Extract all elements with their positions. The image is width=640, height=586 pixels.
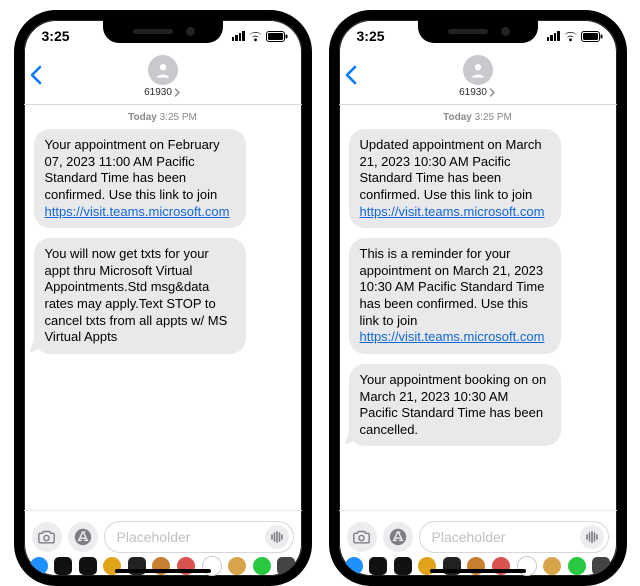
dock-app-icon[interactable] — [345, 557, 363, 575]
message-text: Updated appointment on March 21, 2023 10… — [360, 137, 542, 202]
message-thread: Today 3:25 PM Updated appointment on Mar… — [339, 104, 617, 510]
home-indicator[interactable] — [115, 569, 211, 573]
app-suggestion-row — [339, 556, 617, 576]
dock-app-icon[interactable] — [394, 557, 412, 575]
contact-number: 61930 — [144, 87, 172, 98]
camera-button[interactable] — [347, 522, 377, 552]
status-time: 3:25 — [42, 28, 70, 44]
compose-bar: Placeholder — [24, 510, 302, 558]
message-thread: Today 3:25 PM Your appointment on Februa… — [24, 104, 302, 510]
dock-app-icon[interactable] — [517, 556, 537, 576]
cellular-icon — [547, 31, 560, 41]
wifi-icon — [563, 31, 578, 42]
meeting-link[interactable]: https://visit.teams.microsoft.com — [360, 204, 545, 219]
back-button[interactable] — [343, 64, 359, 86]
message-text: Your appointment on February 07, 2023 11… — [45, 137, 220, 202]
dock-app-icon[interactable] — [568, 557, 586, 575]
message-text: You will now get txts for your appt thru… — [45, 246, 228, 344]
message-placeholder: Placeholder — [117, 529, 265, 545]
dock-app-icon[interactable] — [202, 556, 222, 576]
compose-bar: Placeholder — [339, 510, 617, 558]
dock-app-icon[interactable] — [253, 557, 271, 575]
phone-right: 3:25 61930 Today 3:25 PM Updated appoint… — [329, 10, 627, 586]
wifi-icon — [248, 31, 263, 42]
message-bubble: Your appointment on February 07, 2023 11… — [34, 129, 246, 228]
contact-number: 61930 — [459, 87, 487, 98]
home-indicator[interactable] — [430, 569, 526, 573]
app-store-button[interactable] — [383, 522, 413, 552]
chevron-right-icon — [174, 88, 181, 97]
contact-avatar-icon — [148, 55, 178, 85]
dictate-button[interactable] — [265, 525, 289, 549]
dock-app-icon[interactable] — [30, 557, 48, 575]
dock-app-icon[interactable] — [54, 557, 72, 575]
device-notch — [418, 19, 538, 43]
message-bubble: You will now get txts for your appt thru… — [34, 238, 246, 354]
dictate-button[interactable] — [580, 525, 604, 549]
meeting-link[interactable]: https://visit.teams.microsoft.com — [360, 329, 545, 344]
message-bubble: Updated appointment on March 21, 2023 10… — [349, 129, 561, 228]
thread-timestamp: Today 3:25 PM — [347, 112, 609, 123]
message-text: Your appointment booking on on March 21,… — [360, 372, 547, 437]
message-bubble: Your appointment booking on on March 21,… — [349, 364, 561, 447]
screenshot-stage: 3:25 61930 Today 3:25 PM Your appointmen… — [0, 0, 640, 580]
chevron-right-icon — [489, 88, 496, 97]
message-text: This is a reminder for your appointment … — [360, 246, 545, 328]
dock-app-icon[interactable] — [592, 557, 610, 575]
dock-app-icon[interactable] — [228, 557, 246, 575]
thread-timestamp: Today 3:25 PM — [32, 112, 294, 123]
contact-info[interactable]: 61930 — [459, 55, 496, 98]
message-input[interactable]: Placeholder — [419, 521, 609, 553]
back-button[interactable] — [28, 64, 44, 86]
dock-app-icon[interactable] — [369, 557, 387, 575]
camera-button[interactable] — [32, 522, 62, 552]
dock-app-icon[interactable] — [543, 557, 561, 575]
contact-info[interactable]: 61930 — [144, 55, 181, 98]
device-notch — [103, 19, 223, 43]
contact-avatar-icon — [463, 55, 493, 85]
dock-app-icon[interactable] — [79, 557, 97, 575]
app-suggestion-row — [24, 556, 302, 576]
conversation-header: 61930 — [339, 48, 617, 105]
message-input[interactable]: Placeholder — [104, 521, 294, 553]
phone-left: 3:25 61930 Today 3:25 PM Your appointmen… — [14, 10, 312, 586]
message-bubble: This is a reminder for your appointment … — [349, 238, 561, 354]
cellular-icon — [232, 31, 245, 41]
meeting-link[interactable]: https://visit.teams.microsoft.com — [45, 204, 230, 219]
battery-icon — [581, 31, 603, 42]
battery-icon — [266, 31, 288, 42]
status-time: 3:25 — [357, 28, 385, 44]
app-store-button[interactable] — [68, 522, 98, 552]
conversation-header: 61930 — [24, 48, 302, 105]
dock-app-icon[interactable] — [277, 557, 295, 575]
message-placeholder: Placeholder — [432, 529, 580, 545]
